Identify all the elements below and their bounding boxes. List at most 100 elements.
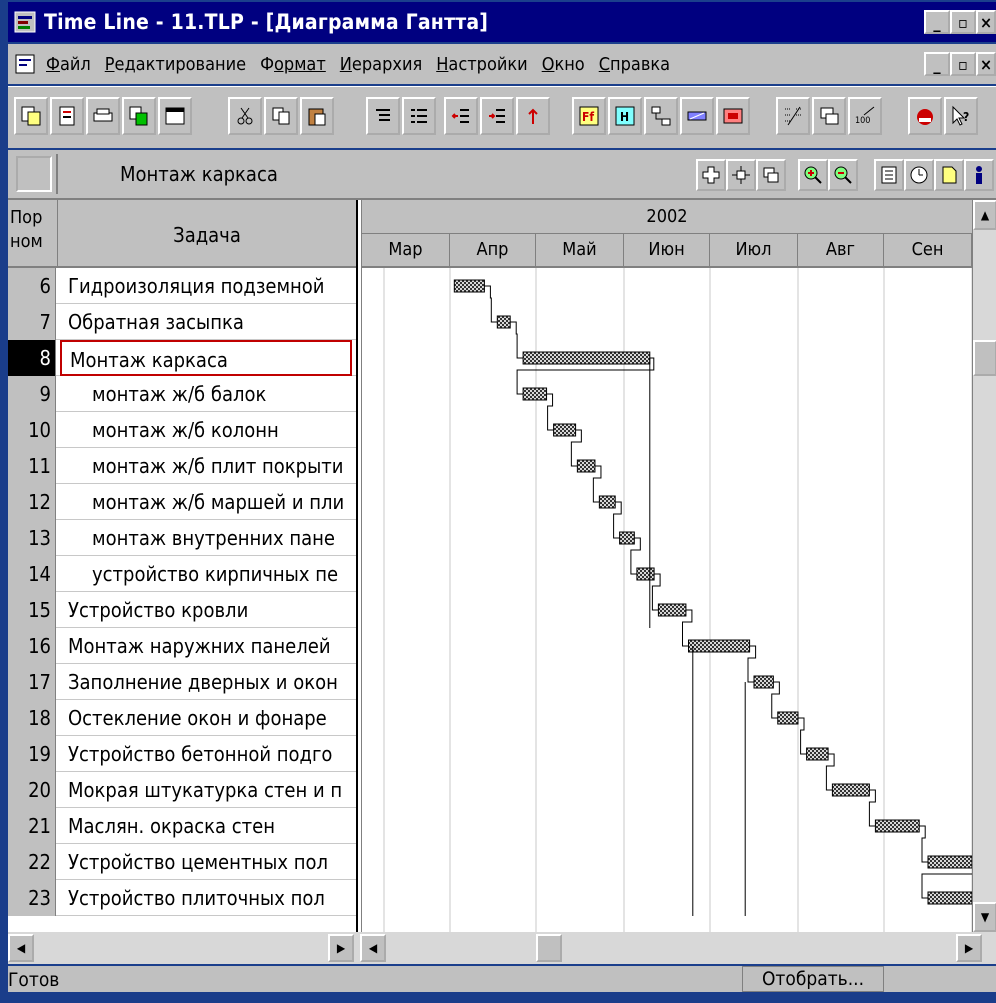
filter-button[interactable]: Отобрать... bbox=[742, 966, 884, 992]
gantt-bar[interactable] bbox=[522, 351, 651, 365]
task-name[interactable]: Устройство бетонной подго bbox=[60, 736, 352, 772]
task-name[interactable]: Обратная засыпка bbox=[60, 304, 352, 340]
task-number[interactable]: 6 bbox=[8, 268, 56, 304]
gantt-bar[interactable] bbox=[874, 819, 920, 833]
task-row[interactable]: 12 монтаж ж/б маршей и пли bbox=[8, 484, 356, 520]
task-row[interactable]: 19 Устройство бетонной подго bbox=[8, 736, 356, 772]
calendar-button[interactable] bbox=[158, 97, 192, 135]
expand-button[interactable] bbox=[696, 159, 726, 191]
task-number[interactable]: 14 bbox=[8, 556, 56, 592]
task-row[interactable]: 23 Устройство плиточных пол bbox=[8, 880, 356, 916]
maximize-button[interactable]: ▫ bbox=[950, 10, 976, 34]
task-row[interactable]: 10 монтаж ж/б колонн bbox=[8, 412, 356, 448]
menu-edit[interactable]: Редактирование bbox=[105, 54, 246, 75]
task-row[interactable]: 6 Гидроизоляция подземной bbox=[8, 268, 356, 304]
task-name[interactable]: Устройство кровли bbox=[60, 592, 352, 628]
task-column-header[interactable]: Задача bbox=[58, 200, 356, 266]
vertical-scrollbar[interactable]: ▲ ▼ bbox=[972, 200, 996, 932]
menu-settings[interactable]: Настройки bbox=[436, 54, 527, 75]
zoom-in-button[interactable] bbox=[798, 159, 828, 191]
list-button[interactable] bbox=[402, 97, 436, 135]
chart-scroll-right-icon[interactable]: ▶ bbox=[956, 934, 982, 962]
gantt-bar[interactable] bbox=[522, 387, 548, 401]
menu-help[interactable]: Справка bbox=[599, 54, 670, 75]
gantt-bar[interactable] bbox=[496, 315, 511, 329]
minimize-button[interactable]: _ bbox=[924, 10, 950, 34]
copy-view-button[interactable] bbox=[122, 97, 156, 135]
copy-button[interactable] bbox=[264, 97, 298, 135]
doc-close-button[interactable]: × bbox=[976, 52, 996, 76]
task-name[interactable]: Устройство плиточных пол bbox=[60, 880, 352, 916]
gantt-bar[interactable] bbox=[806, 747, 829, 761]
gantt-bar[interactable] bbox=[753, 675, 774, 689]
scroll-down-arrow-icon[interactable]: ▼ bbox=[973, 902, 996, 932]
percent-button[interactable]: 100 bbox=[848, 97, 882, 135]
task-name[interactable]: устройство кирпичных пе bbox=[60, 556, 352, 592]
task-number[interactable]: 8 bbox=[8, 340, 56, 376]
order-number-header[interactable]: Пор ном bbox=[8, 200, 58, 266]
task-row[interactable]: 17 Заполнение дверных и окон bbox=[8, 664, 356, 700]
task-name[interactable]: Остекление окон и фонаре bbox=[60, 700, 352, 736]
gantt-bar[interactable] bbox=[777, 711, 799, 725]
task-row[interactable]: 20 Мокрая штукатурка стен и п bbox=[8, 772, 356, 808]
task-number[interactable]: 19 bbox=[8, 736, 56, 772]
task-number[interactable]: 9 bbox=[8, 376, 56, 412]
gantt-bar[interactable] bbox=[831, 783, 870, 797]
task-row[interactable]: 16 Монтаж наружних панелей bbox=[8, 628, 356, 664]
gantt-bar[interactable] bbox=[619, 531, 635, 545]
task-name[interactable]: монтаж внутренних пане bbox=[60, 520, 352, 556]
task-number[interactable]: 23 bbox=[8, 880, 56, 916]
menu-format[interactable]: Формат bbox=[260, 54, 326, 75]
task-number[interactable]: 18 bbox=[8, 700, 56, 736]
task-name[interactable]: Гидроизоляция подземной bbox=[60, 268, 352, 304]
task-row[interactable]: 21 Маслян. окраска стен bbox=[8, 808, 356, 844]
task-row[interactable]: 18 Остекление окон и фонаре bbox=[8, 700, 356, 736]
new-project-button[interactable] bbox=[14, 97, 48, 135]
open-button[interactable] bbox=[50, 97, 84, 135]
doc-maximize-button[interactable]: ▫ bbox=[950, 52, 976, 76]
grid-button[interactable] bbox=[776, 97, 810, 135]
outdent-button[interactable] bbox=[444, 97, 478, 135]
gantt-bar[interactable] bbox=[927, 855, 972, 869]
task-number[interactable]: 7 bbox=[8, 304, 56, 340]
task-row[interactable]: 22 Устройство цементных пол bbox=[8, 844, 356, 880]
paste-button[interactable] bbox=[300, 97, 334, 135]
print-button[interactable] bbox=[86, 97, 120, 135]
chart-scroll-left-icon[interactable]: ◀ bbox=[360, 934, 386, 962]
clock-button[interactable] bbox=[904, 159, 934, 191]
task-name[interactable]: Устройство цементных пол bbox=[60, 844, 352, 880]
task-row[interactable]: 8 Монтаж каркаса bbox=[8, 340, 356, 376]
table-scroll-right-icon[interactable]: ▶ bbox=[328, 934, 354, 962]
task-name[interactable]: монтаж ж/б маршей и пли bbox=[60, 484, 352, 520]
gantt-bar[interactable] bbox=[453, 279, 485, 293]
task-number[interactable]: 11 bbox=[8, 448, 56, 484]
scroll-up-arrow-icon[interactable]: ▲ bbox=[973, 200, 996, 230]
menu-hierarchy[interactable]: Иерархия bbox=[340, 54, 422, 75]
task-number[interactable]: 21 bbox=[8, 808, 56, 844]
gantt-bar[interactable] bbox=[657, 603, 687, 617]
zoom-view-button[interactable] bbox=[812, 97, 846, 135]
task-row[interactable]: 7 Обратная засыпка bbox=[8, 304, 356, 340]
task-name[interactable]: Монтаж наружних панелей bbox=[60, 628, 352, 664]
colors-button[interactable] bbox=[716, 97, 750, 135]
task-row[interactable]: 9 монтаж ж/б балок bbox=[8, 376, 356, 412]
close-button[interactable]: × bbox=[976, 10, 996, 34]
table-scroll-left-icon[interactable]: ◀ bbox=[8, 934, 34, 962]
font-button[interactable]: Ff bbox=[572, 97, 606, 135]
task-number[interactable]: 13 bbox=[8, 520, 56, 556]
zoom-out-button[interactable] bbox=[828, 159, 858, 191]
task-name[interactable]: Заполнение дверных и окон bbox=[60, 664, 352, 700]
new-note-button[interactable] bbox=[934, 159, 964, 191]
chart-scroll-thumb[interactable] bbox=[536, 934, 562, 962]
gantt-bar[interactable] bbox=[553, 423, 577, 437]
gantt-bar[interactable] bbox=[636, 567, 655, 581]
notes-button[interactable] bbox=[874, 159, 904, 191]
bar-style-button[interactable] bbox=[680, 97, 714, 135]
gantt-bar[interactable] bbox=[688, 639, 751, 653]
link-button[interactable] bbox=[644, 97, 678, 135]
menu-file[interactable]: Файл bbox=[46, 54, 91, 75]
task-number[interactable]: 12 bbox=[8, 484, 56, 520]
indent-button[interactable] bbox=[480, 97, 514, 135]
task-number[interactable]: 17 bbox=[8, 664, 56, 700]
task-number[interactable]: 20 bbox=[8, 772, 56, 808]
